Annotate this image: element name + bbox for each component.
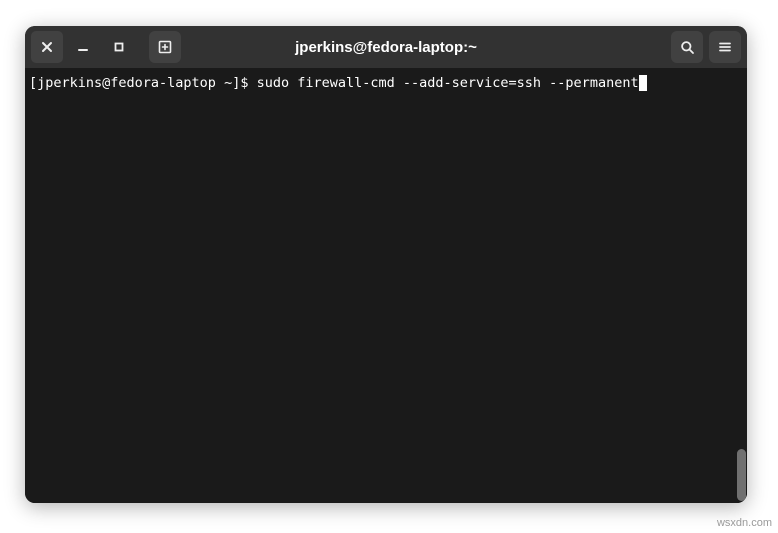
terminal-window: jperkins@fedora-laptop:~ [jperkins@fedor… — [25, 26, 747, 503]
maximize-icon — [113, 41, 125, 53]
new-tab-icon — [157, 39, 173, 55]
shell-prompt: [jperkins@fedora-laptop ~]$ — [29, 74, 257, 92]
close-button[interactable] — [31, 31, 63, 63]
terminal-line: [jperkins@fedora-laptop ~]$ sudo firewal… — [29, 74, 743, 92]
new-tab-button[interactable] — [149, 31, 181, 63]
close-icon — [41, 41, 53, 53]
shell-command: sudo firewall-cmd --add-service=ssh --pe… — [257, 74, 639, 92]
search-button[interactable] — [671, 31, 703, 63]
terminal-body[interactable]: [jperkins@fedora-laptop ~]$ sudo firewal… — [25, 68, 747, 503]
search-icon — [680, 40, 695, 55]
watermark: wsxdn.com — [717, 517, 772, 529]
titlebar-right-controls — [671, 31, 741, 63]
scrollbar-thumb[interactable] — [737, 449, 746, 501]
window-title: jperkins@fedora-laptop:~ — [295, 39, 477, 56]
scrollbar[interactable] — [735, 68, 747, 503]
menu-button[interactable] — [709, 31, 741, 63]
titlebar: jperkins@fedora-laptop:~ — [25, 26, 747, 68]
minimize-button[interactable] — [67, 31, 99, 63]
titlebar-left-controls — [31, 31, 181, 63]
hamburger-icon — [718, 40, 732, 54]
minimize-icon — [77, 41, 89, 53]
maximize-button[interactable] — [103, 31, 135, 63]
cursor — [639, 75, 647, 91]
